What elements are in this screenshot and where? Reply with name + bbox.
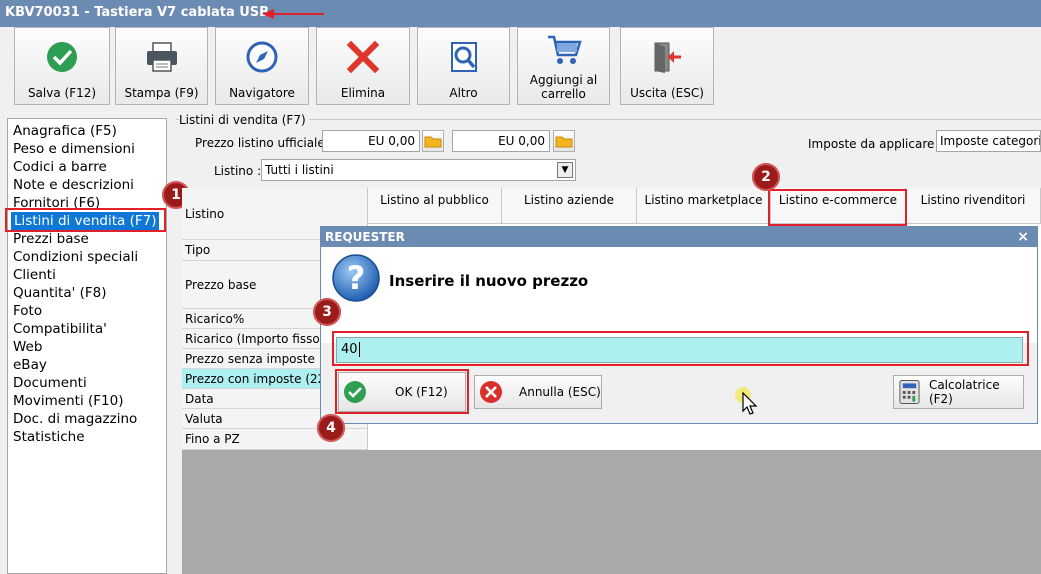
- column-header-marketplace[interactable]: Listino marketplace: [637, 188, 771, 224]
- delete-x-icon: [346, 40, 380, 74]
- exit-label: Uscita (ESC): [630, 86, 704, 100]
- add-to-cart-button[interactable]: Aggiungi al carrello: [517, 27, 610, 105]
- nav-item-clienti[interactable]: Clienti: [13, 266, 56, 284]
- svg-text:?: ?: [347, 259, 366, 297]
- folder-icon: [555, 136, 573, 148]
- dialog-message-area: ? Inserire il nuovo prezzo: [321, 247, 1037, 343]
- sidebar-nav: Anagrafica (F5) Peso e dimensioni Codici…: [7, 118, 167, 574]
- other-button[interactable]: Altro: [417, 27, 510, 105]
- column-header-pubblico[interactable]: Listino al pubblico: [368, 188, 502, 224]
- nav-item-movimenti[interactable]: Movimenti (F10): [13, 392, 123, 410]
- shopping-cart-icon: [547, 35, 582, 64]
- window-title: KBV70031 - Tastiera V7 cablata USB: [5, 5, 270, 20]
- nav-item-codici-barre[interactable]: Codici a barre: [13, 158, 107, 176]
- search-document-icon: [450, 42, 477, 72]
- highlight-box-nav: [5, 208, 166, 232]
- official-price-label: Prezzo listino ufficiale :: [195, 136, 333, 150]
- close-icon[interactable]: ×: [1017, 227, 1029, 247]
- column-header-rivenditori[interactable]: Listino rivenditori: [906, 188, 1041, 224]
- listino-label: Listino :: [214, 164, 262, 178]
- highlight-box-ecommerce: [768, 189, 907, 226]
- nav-item-statistiche[interactable]: Statistiche: [13, 428, 85, 446]
- official-price-field-1[interactable]: EU 0,00: [322, 130, 420, 152]
- navigator-button[interactable]: Navigatore: [215, 27, 309, 105]
- folder-button-1[interactable]: [422, 130, 444, 152]
- dialog-title: REQUESTER: [325, 230, 405, 244]
- chevron-down-icon[interactable]: ▼: [557, 162, 573, 178]
- step-marker-4: 4: [317, 414, 345, 442]
- nav-item-ebay[interactable]: eBay: [13, 356, 47, 374]
- nav-item-anagrafica[interactable]: Anagrafica (F5): [13, 122, 117, 140]
- listino-select[interactable]: Tutti i listini ▼: [261, 159, 576, 181]
- section-title: Listini di vendita (F7): [179, 113, 309, 127]
- step-marker-3: 3: [313, 298, 341, 326]
- highlight-box-ok: [335, 369, 469, 414]
- nav-item-documenti[interactable]: Documenti: [13, 374, 87, 392]
- navigator-label: Navigatore: [229, 86, 295, 100]
- calculator-button[interactable]: Calcolatrice (F2): [893, 375, 1024, 409]
- highlight-box-input: [332, 331, 1029, 366]
- nav-item-doc-magazzino[interactable]: Doc. di magazzino: [13, 410, 137, 428]
- add-to-cart-label-line1: Aggiungi al: [529, 73, 598, 87]
- listino-select-value: Tutti i listini: [265, 163, 334, 177]
- question-icon: ?: [332, 254, 380, 302]
- add-to-cart-label: Aggiungi al carrello: [518, 73, 609, 101]
- cancel-x-icon: [480, 381, 502, 403]
- nav-item-note-descrizioni[interactable]: Note e descrizioni: [13, 176, 134, 194]
- taxes-label: Imposte da applicare :: [808, 137, 943, 151]
- calculator-label: Calcolatrice (F2): [928, 378, 1000, 406]
- nav-item-foto[interactable]: Foto: [13, 302, 42, 320]
- delete-label: Elimina: [340, 86, 386, 100]
- nav-item-web[interactable]: Web: [13, 338, 42, 356]
- nav-item-prezzi-base[interactable]: Prezzi base: [13, 230, 89, 248]
- calculator-icon: [899, 380, 920, 404]
- add-to-cart-label-line2: carrello: [541, 87, 586, 101]
- arrow-annotation-icon: [262, 9, 324, 19]
- dialog-titlebar: REQUESTER ×: [321, 227, 1037, 247]
- delete-button[interactable]: Elimina: [316, 27, 410, 105]
- exit-button[interactable]: Uscita (ESC): [620, 27, 714, 105]
- save-button[interactable]: Salva (F12): [14, 27, 110, 105]
- cancel-label: Annulla (ESC): [519, 385, 601, 399]
- folder-icon: [424, 136, 442, 148]
- print-label: Stampa (F9): [124, 86, 199, 100]
- check-circle-icon: [47, 42, 77, 72]
- column-header-aziende[interactable]: Listino aziende: [502, 188, 637, 224]
- other-label: Altro: [449, 86, 478, 100]
- window-titlebar: KBV70031 - Tastiera V7 cablata USB: [0, 0, 1041, 27]
- step-marker-2: 2: [752, 163, 780, 191]
- dialog-message: Inserire il nuovo prezzo: [389, 272, 589, 290]
- printer-icon: [146, 42, 177, 72]
- taxes-select[interactable]: Imposte categoria a: [936, 130, 1041, 152]
- grid-empty-area: [182, 450, 1041, 574]
- nav-item-quantita[interactable]: Quantita' (F8): [13, 284, 107, 302]
- folder-button-2[interactable]: [553, 130, 575, 152]
- save-label: Salva (F12): [27, 86, 97, 100]
- nav-item-peso-dimensioni[interactable]: Peso e dimensioni: [13, 140, 135, 158]
- cancel-button[interactable]: Annulla (ESC): [474, 375, 602, 409]
- print-button[interactable]: Stampa (F9): [115, 27, 208, 105]
- nav-item-compatibilita[interactable]: Compatibilita': [13, 320, 107, 338]
- compass-icon: [246, 41, 278, 73]
- official-price-field-2[interactable]: EU 0,00: [452, 130, 550, 152]
- nav-item-condizioni-speciali[interactable]: Condizioni speciali: [13, 248, 138, 266]
- mouse-cursor-icon: [735, 387, 758, 415]
- exit-door-icon: [654, 42, 681, 73]
